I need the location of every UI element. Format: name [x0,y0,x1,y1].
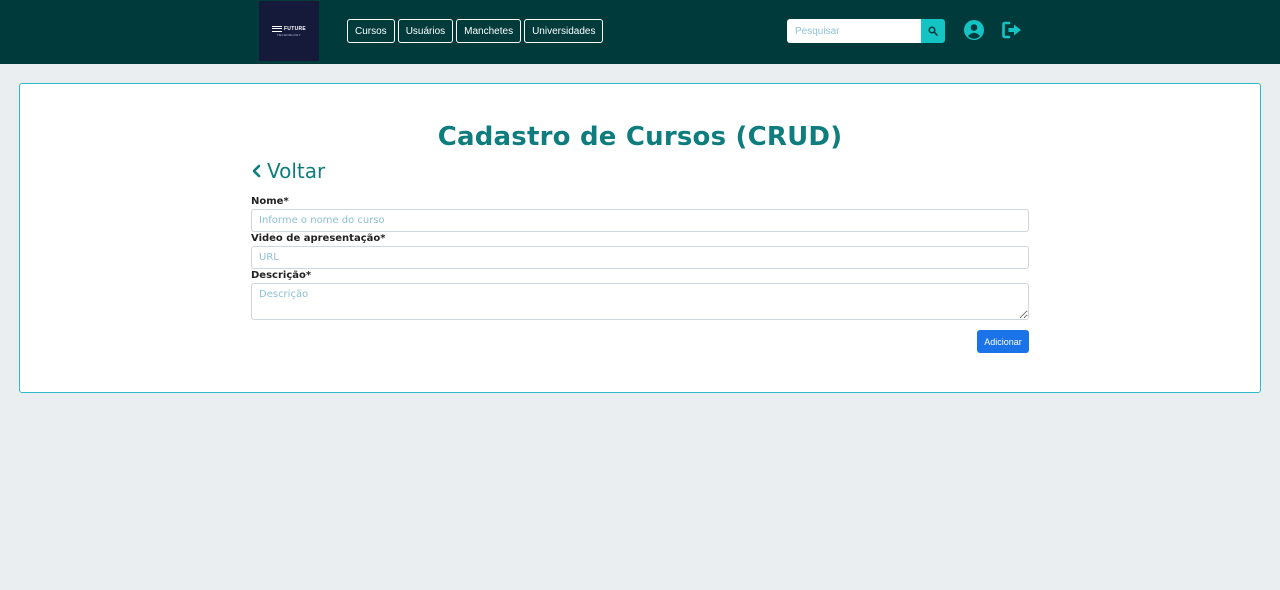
top-navbar: FUTURE TECHNOLOGY Cursos Usuários Manche… [0,0,1280,64]
course-form-card: Cadastro de Cursos (CRUD) Voltar Nome* V… [19,83,1261,393]
logo[interactable]: FUTURE TECHNOLOGY [259,1,319,61]
back-link[interactable]: Voltar [251,159,325,183]
description-label: Descrição* [251,270,312,281]
user-circle-icon [964,20,984,40]
nav-manchetes-button[interactable]: Manchetes [456,19,522,43]
name-label: Nome* [251,196,289,207]
description-textarea[interactable] [251,283,1029,320]
video-label: Video de apresentação* [251,233,386,244]
video-url-input[interactable] [251,246,1029,269]
logout-icon [1002,21,1021,39]
search-icon [928,26,938,36]
page-title: Cadastro de Cursos (CRUD) [437,122,843,152]
search-bar [787,19,945,43]
logo-lines-icon [271,25,282,32]
user-profile-button[interactable] [964,20,984,40]
course-name-input[interactable] [251,209,1029,232]
search-button[interactable] [921,19,945,43]
nav-cursos-button[interactable]: Cursos [347,19,395,43]
logout-button[interactable] [1002,20,1022,40]
logo-sub-text: TECHNOLOGY [276,32,301,37]
add-button[interactable]: Adicionar [977,330,1029,353]
back-link-label: Voltar [267,159,326,183]
logo-main-text: FUTURE [283,25,307,32]
chevron-left-icon [252,164,261,178]
nav-universidades-button[interactable]: Universidades [524,19,604,43]
search-input[interactable] [787,19,921,43]
nav-usuarios-button[interactable]: Usuários [397,19,454,43]
main-nav: Cursos Usuários Manchetes Universidades [347,19,604,43]
